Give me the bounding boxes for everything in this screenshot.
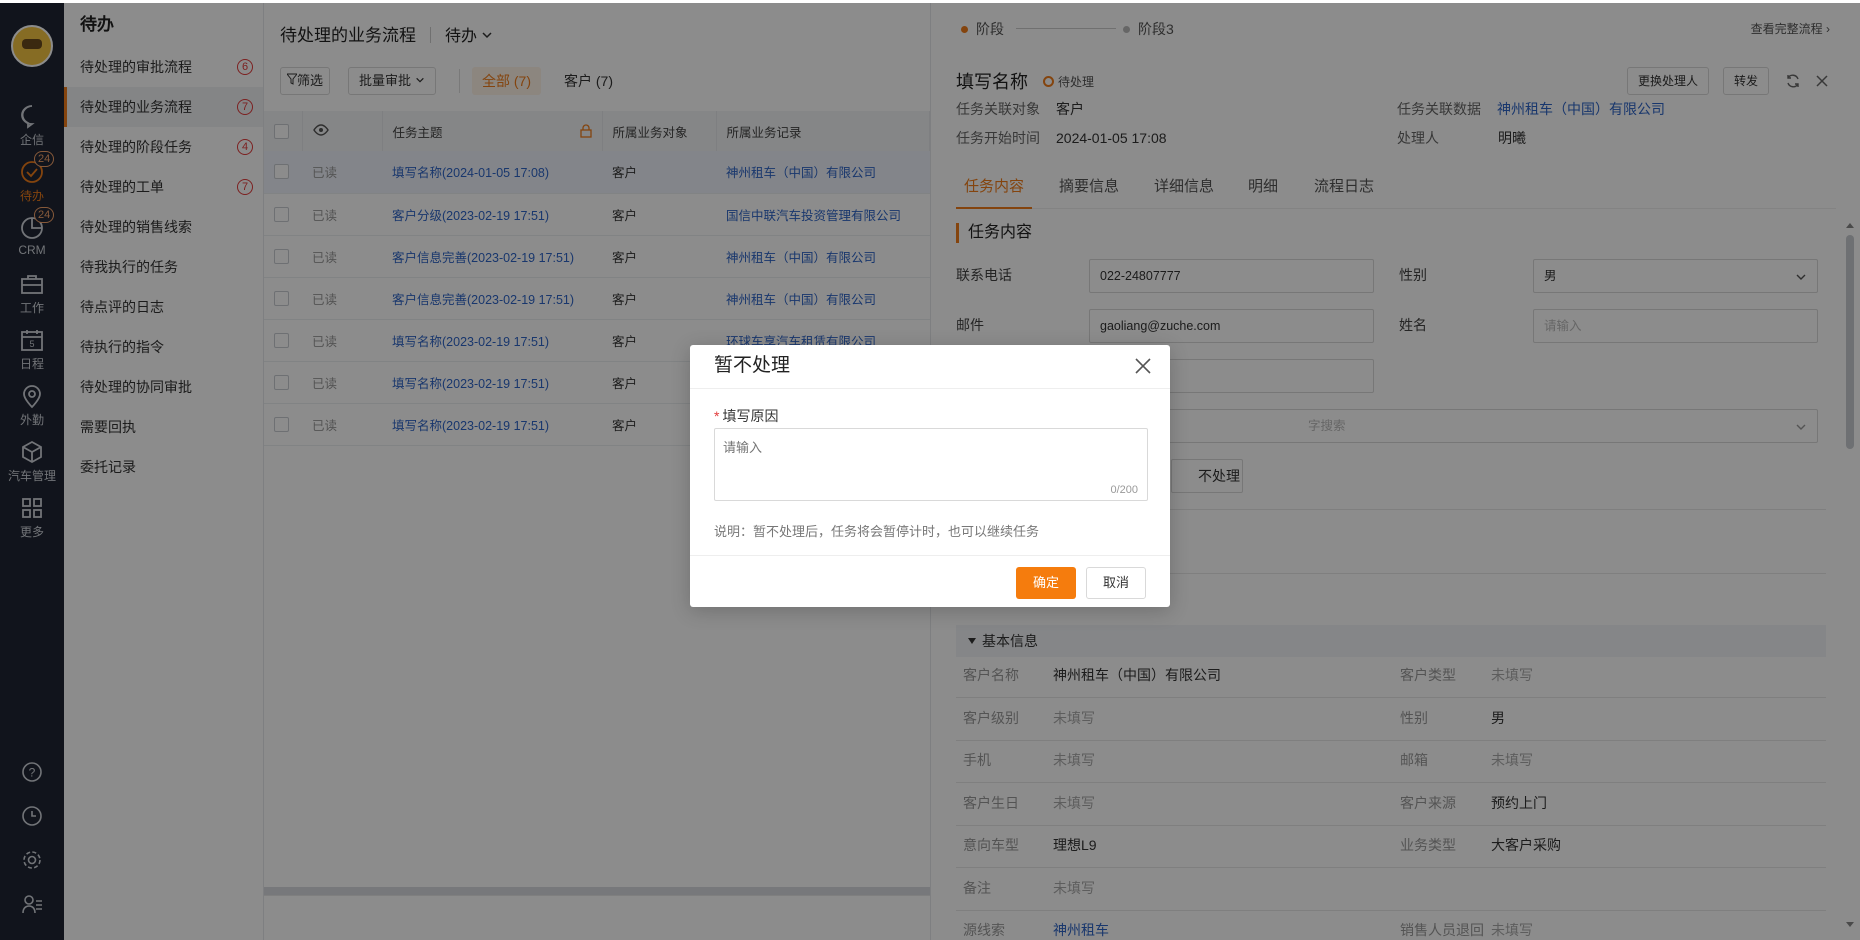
app: 企信 24 待办 24 CRM 工作 5 日程 外勤 汽车管理 更多 ? 待办 …: [0, 0, 1860, 940]
char-counter: 0/200: [1110, 484, 1138, 496]
reason-textarea[interactable]: [714, 428, 1148, 501]
cancel-button[interactable]: 取消: [1086, 567, 1146, 599]
reason-label: * 填写原因: [714, 408, 779, 424]
confirm-button[interactable]: 确定: [1016, 567, 1076, 599]
close-icon[interactable]: [1134, 357, 1152, 375]
dialog-title: 暂不处理: [690, 345, 1170, 389]
reason-label-text: 填写原因: [722, 408, 779, 424]
dialog-note: 说明：暂不处理后，任务将会暂停计时，也可以继续任务: [714, 524, 1040, 539]
dialog-footer: 确定 取消: [690, 555, 1170, 607]
pause-dialog: 暂不处理 *填写原因 0/200 说明：暂不处理后，任务将会暂停计时，也可以继续…: [690, 345, 1170, 607]
